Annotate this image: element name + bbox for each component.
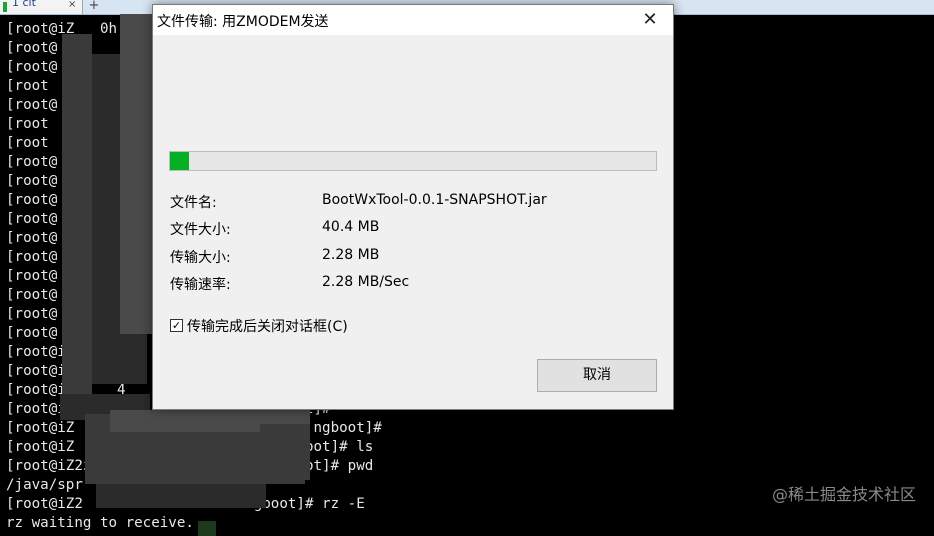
filename-value: BootWxTool-0.0.1-SNAPSHOT.jar — [322, 192, 547, 208]
watermark-text: @稀土掘金技术社区 — [771, 485, 916, 504]
tab-active-indicator — [3, 2, 7, 12]
redaction-block — [120, 14, 152, 334]
close-on-complete-label[interactable]: 传输完成后关闭对话框(C) — [187, 316, 348, 336]
filename-label: 文件名: — [170, 195, 217, 211]
terminal-line: [root@i — [6, 344, 66, 360]
rate-label: 传输速率: — [170, 277, 231, 293]
filesize-value: 40.4 MB — [322, 219, 380, 235]
terminal-line: rz waiting to receive. — [6, 515, 194, 531]
close-on-complete-checkbox[interactable]: ✓ — [170, 319, 183, 332]
filesize-label: 文件大小: — [170, 222, 231, 238]
new-tab-button[interactable]: + — [86, 0, 102, 14]
tab-close-icon[interactable]: × — [68, 0, 76, 11]
terminal-cursor — [198, 521, 216, 536]
dialog-title: 文件传输: 用ZMODEM发送 — [157, 14, 329, 30]
transfer-progress-bar — [169, 151, 657, 171]
tab-session[interactable]: 1 clt × — [0, 0, 83, 14]
redaction-block — [62, 34, 92, 394]
rate-value: 2.28 MB/Sec — [322, 274, 410, 290]
progress-fill — [170, 152, 190, 170]
dialog-titlebar[interactable]: 文件传输: 用ZMODEM发送 ✕ — [153, 5, 673, 35]
redaction-block — [260, 424, 310, 480]
close-icon[interactable]: ✕ — [627, 5, 673, 35]
redaction-block — [96, 484, 266, 508]
zmodem-transfer-dialog: 文件传输: 用ZMODEM发送 ✕ 文件名: BootWxTool-0.0.1-… — [152, 4, 674, 410]
transferred-value: 2.28 MB — [322, 247, 380, 263]
cancel-button[interactable]: 取消 — [537, 359, 657, 392]
transferred-label: 传输大小: — [170, 250, 231, 266]
tab-label: 1 clt — [12, 0, 36, 9]
